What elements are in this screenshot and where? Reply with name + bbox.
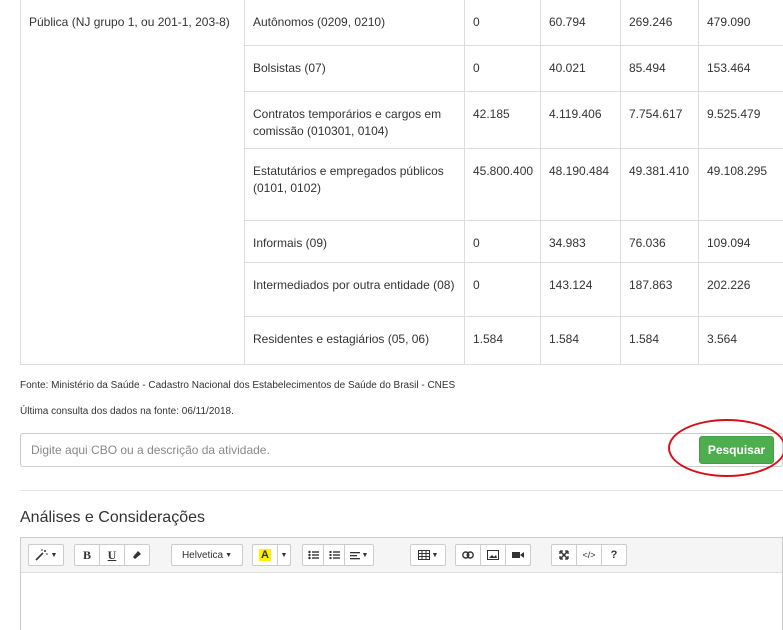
eraser-icon[interactable]: [124, 544, 150, 566]
value-cell: 48.190.484: [540, 147, 621, 221]
value-cell: 187.863: [620, 261, 699, 317]
value-cell: 0: [464, 219, 541, 263]
style-group: ▼: [28, 544, 64, 566]
value-cell: 49.108.295: [698, 147, 783, 221]
divider: [20, 490, 783, 491]
search-input[interactable]: [21, 434, 691, 466]
fullscreen-icon[interactable]: [551, 544, 577, 566]
value-cell: 1.584: [620, 315, 699, 365]
video-icon[interactable]: [505, 544, 531, 566]
value-cell: 49.381.410: [620, 147, 699, 221]
bold-icon[interactable]: B: [74, 544, 100, 566]
value-cell: 7.754.617: [620, 90, 699, 149]
editor-body[interactable]: [21, 573, 782, 630]
magic-icon[interactable]: ▼: [28, 544, 64, 566]
font-family-label: Helvetica: [181, 549, 224, 561]
text-color-icon[interactable]: A: [252, 544, 278, 566]
value-cell: 3.564: [698, 315, 783, 365]
value-cell: 40.021: [540, 44, 621, 92]
value-cell: 4.119.406: [540, 90, 621, 149]
view-group: </> ?: [551, 544, 627, 566]
unordered-list-icon[interactable]: [302, 544, 324, 566]
value-cell: 34.983: [540, 219, 621, 263]
color-group: A ▼: [252, 544, 291, 566]
value-cell: 42.185: [464, 90, 541, 149]
value-cell: 0: [464, 44, 541, 92]
value-cell: 60.794: [540, 0, 621, 46]
value-cell: 202.226: [698, 261, 783, 317]
section-title: Análises e Considerações: [20, 509, 205, 526]
category-cell: Autônomos (0209, 0210): [244, 0, 465, 46]
search-bar: Pesquisar: [20, 433, 783, 467]
table-icon[interactable]: ▼: [410, 544, 446, 566]
insert-group: [455, 544, 531, 566]
table-row: Pública (NJ grupo 1, ou 201-1, 203-8) Au…: [20, 0, 783, 365]
code-view-icon[interactable]: </>: [576, 544, 602, 566]
category-cell: Contratos temporários e cargos em comiss…: [244, 90, 465, 149]
font-family-select[interactable]: Helvetica ▼: [171, 544, 243, 566]
font-family-group: Helvetica ▼: [171, 544, 243, 566]
font-style-group: B U: [74, 544, 150, 566]
value-cell: 479.090: [698, 0, 783, 46]
last-query-date-text: Última consulta dos dados na fonte: 06/1…: [20, 406, 234, 417]
value-cell: 109.094: [698, 219, 783, 263]
value-cell: 269.246: [620, 0, 699, 46]
align-icon[interactable]: ▼: [344, 544, 374, 566]
data-source-text: Fonte: Ministério da Saúde - Cadastro Na…: [20, 380, 456, 391]
highlight-letter: A: [259, 549, 271, 561]
category-cell: Intermediados por outra entidade (08): [244, 261, 465, 317]
underline-icon[interactable]: U: [99, 544, 125, 566]
category-cell: Bolsistas (07): [244, 44, 465, 92]
table-group: ▼: [410, 544, 446, 566]
search-button[interactable]: Pesquisar: [699, 436, 774, 464]
rich-text-editor: ▼ B U Helvetica ▼ A ▼ ▼ ▼ </> ?: [20, 537, 783, 630]
help-icon[interactable]: ?: [601, 544, 627, 566]
value-cell: 153.464: [698, 44, 783, 92]
value-cell: 1.584: [464, 315, 541, 365]
value-cell: 0: [464, 261, 541, 317]
data-table: Pública (NJ grupo 1, ou 201-1, 203-8) Au…: [20, 0, 783, 365]
paragraph-group: ▼: [302, 544, 374, 566]
value-cell: 85.494: [620, 44, 699, 92]
link-icon[interactable]: [455, 544, 481, 566]
category-cell: Informais (09): [244, 219, 465, 263]
editor-toolbar: ▼ B U Helvetica ▼ A ▼ ▼ ▼ </> ?: [21, 538, 782, 573]
category-cell: Estatutários e empregados públicos (0101…: [244, 147, 465, 221]
value-cell: 45.800.400: [464, 147, 541, 221]
color-dropdown-icon[interactable]: ▼: [277, 544, 291, 566]
value-cell: 76.036: [620, 219, 699, 263]
value-cell: 0: [464, 0, 541, 46]
ordered-list-icon[interactable]: [323, 544, 345, 566]
group-cell: Pública (NJ grupo 1, ou 201-1, 203-8): [20, 0, 245, 365]
picture-icon[interactable]: [480, 544, 506, 566]
value-cell: 1.584: [540, 315, 621, 365]
value-cell: 143.124: [540, 261, 621, 317]
value-cell: 9.525.479: [698, 90, 783, 149]
category-cell: Residentes e estagiários (05, 06): [244, 315, 465, 365]
